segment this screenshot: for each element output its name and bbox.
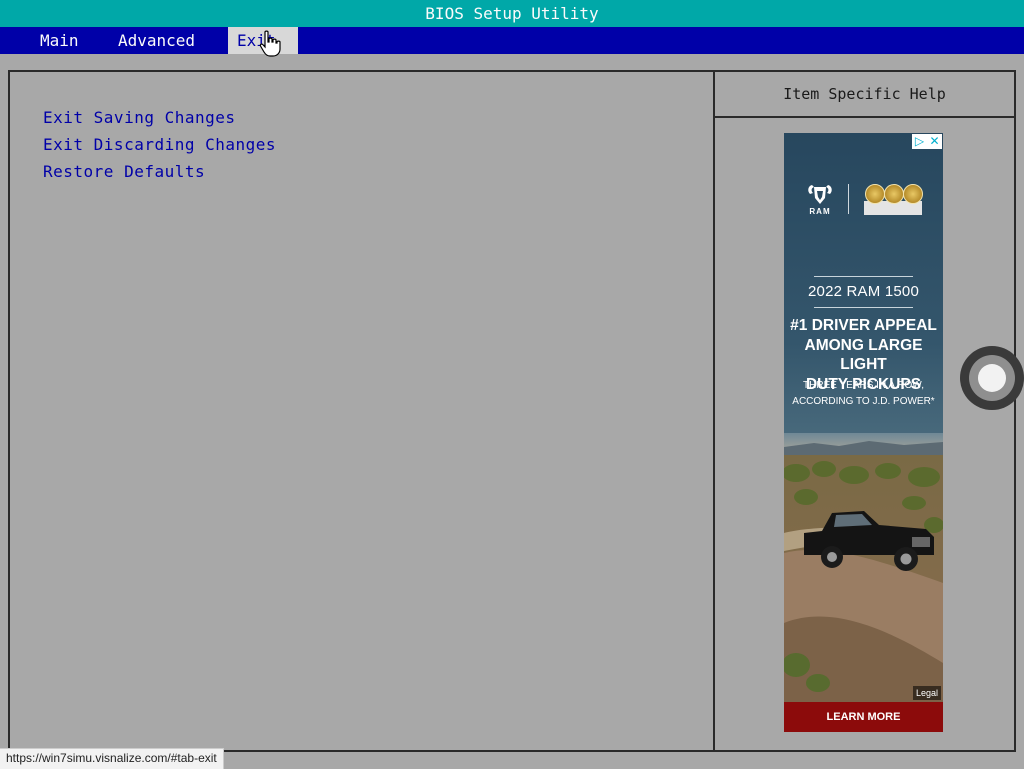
restore-defaults-option[interactable]: Restore Defaults [43,162,205,181]
tab-advanced[interactable]: Advanced [118,27,195,54]
help-panel-title: Item Specific Help [783,85,946,103]
truck-desert-image [784,433,943,703]
window-title: BIOS Setup Utility [425,4,599,23]
help-title-divider [715,116,1014,118]
learn-more-button[interactable]: LEARN MORE [784,702,943,732]
menu-bar: Main Advanced Exit [0,27,1024,54]
ad-brand: RAM [809,207,831,216]
ad-badges: ▷ ✕ [912,134,942,149]
award-trophies-icon [862,181,924,219]
advertisement[interactable]: ▷ ✕ RAM 2022 RAM 1500 #1 DRIVER APPEAL A… [784,133,943,732]
title-bar: BIOS Setup Utility [0,0,1024,27]
status-bar-url: https://win7simu.visnalize.com/#tab-exit [0,748,224,769]
ram-head-icon [808,185,832,204]
floating-button-dot [978,364,1006,392]
panel-divider [713,72,715,750]
ad-subheadline: THREE YEARS IN A ROW, ACCORDING TO J.D. … [792,380,935,407]
exit-saving-changes-option[interactable]: Exit Saving Changes [43,108,236,127]
close-icon[interactable]: ✕ [927,134,942,149]
hand-cursor-icon [259,30,281,57]
ad-rule-bottom [814,307,913,308]
exit-discarding-changes-option[interactable]: Exit Discarding Changes [43,135,276,154]
ad-year-model: 2022 RAM 1500 [807,283,919,300]
adchoices-icon[interactable]: ▷ [912,134,927,149]
tab-main[interactable]: Main [40,27,79,54]
ad-legal-link[interactable]: Legal [912,686,941,700]
floating-action-button[interactable] [960,346,1024,410]
ad-logo-row: RAM [784,178,943,223]
logo-separator [848,184,849,214]
ad-rule-top [814,276,913,277]
